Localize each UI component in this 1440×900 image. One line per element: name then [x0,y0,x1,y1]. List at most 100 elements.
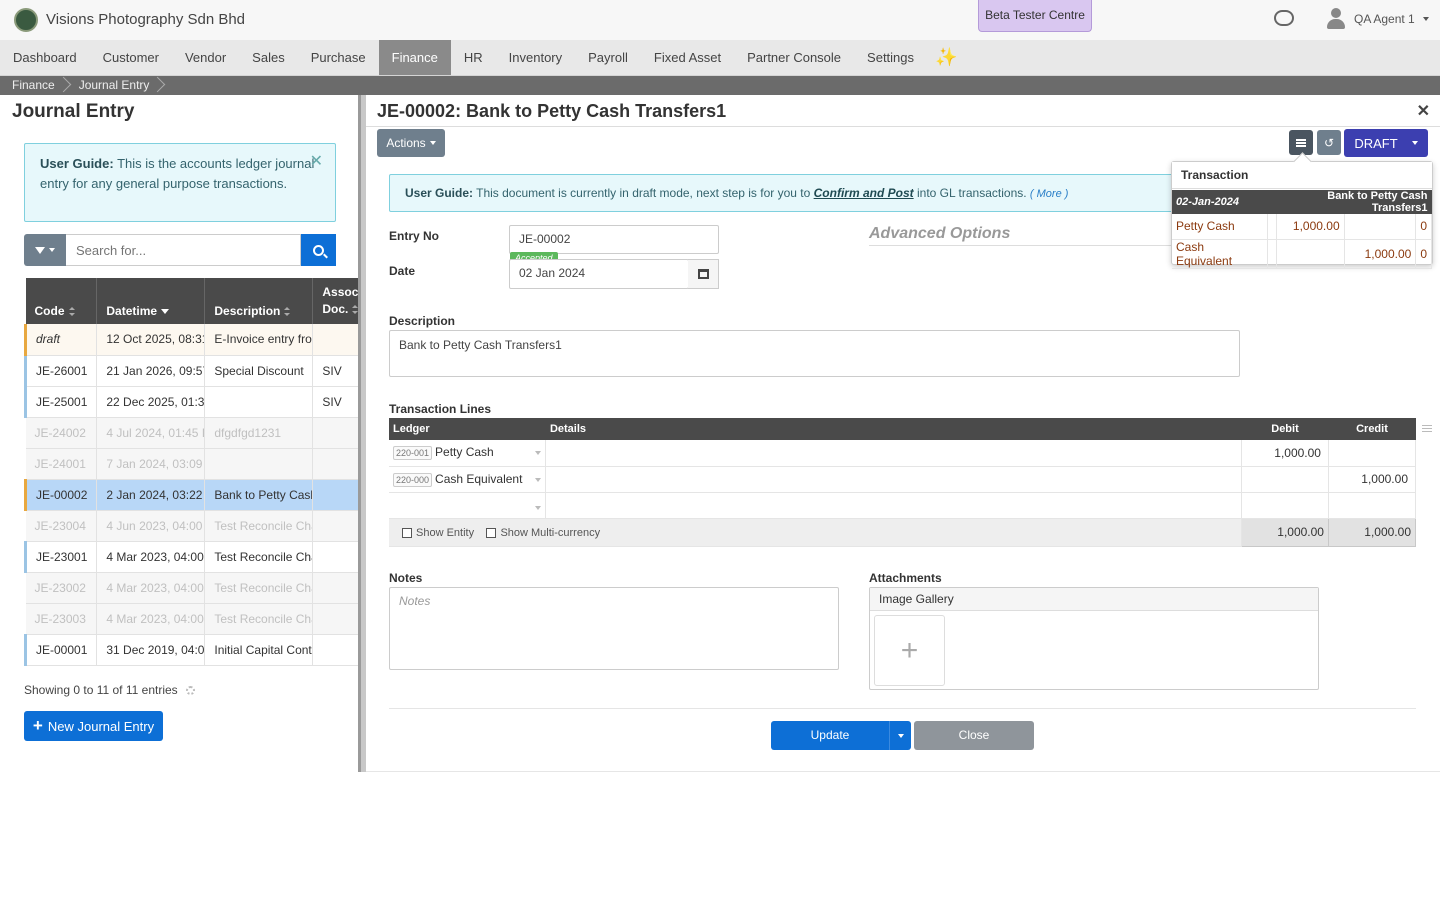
table-row[interactable]: JE-23002 4 Mar 2023, 04:00 Test Reconcile … [25,572,369,604]
nav-fixed-asset[interactable]: Fixed Asset [641,40,734,75]
sparkle-icon[interactable]: ✨ [927,40,965,75]
transaction-view-button[interactable] [1289,130,1313,155]
entry-no-field[interactable]: JE-00002 [509,225,719,254]
nav-hr[interactable]: HR [451,40,496,75]
details-field[interactable] [545,466,1243,493]
chevron-down-icon [535,506,542,510]
ledger-select[interactable] [389,492,547,519]
nav-payroll[interactable]: Payroll [575,40,641,75]
cell-description [204,386,314,418]
update-button[interactable]: Update [771,721,911,750]
close-icon[interactable]: ✕ [310,152,323,172]
history-button[interactable]: ↺ [1317,130,1341,155]
user-menu[interactable]: QA Agent 1 [1326,6,1429,32]
notes-field[interactable]: Notes [389,587,839,670]
nav-customer[interactable]: Customer [90,40,172,75]
popover-last: 0 [1415,239,1432,269]
nav-purchase[interactable]: Purchase [298,40,379,75]
more-link[interactable]: ( More ) [1030,188,1069,200]
close-icon[interactable]: ✕ [1417,101,1430,121]
actions-dropdown[interactable]: Actions [377,129,445,157]
col-description[interactable]: Description [204,278,314,324]
breadcrumb-finance[interactable]: Finance [0,76,67,95]
gear-icon[interactable] [185,685,195,695]
cell-datetime: 22 Dec 2025, 01:3 [96,386,206,418]
description-label: Description [389,314,456,328]
credit-field[interactable] [1328,492,1417,519]
table-row[interactable]: JE-23001 4 Mar 2023, 04:00 Test Reconcile … [23,541,369,573]
table-row[interactable]: JE-24001 7 Jan 2024, 03:09 [25,448,369,480]
chat-icon[interactable] [1274,10,1294,26]
ledger-select[interactable]: 220-000 Cash Equivalent [389,466,547,493]
add-attachment-button[interactable]: + [874,615,945,686]
ledger-select[interactable]: 220-001 Petty Cash [389,440,547,467]
table-row[interactable]: JE-25001 22 Dec 2025, 01:3 SIV [23,386,369,418]
table-row[interactable]: JE-23004 4 Jun 2023, 04:00 Test Reconcile … [25,510,369,542]
credit-field[interactable] [1328,440,1417,467]
line-row[interactable]: 220-000 Cash Equivalent 1,000.00 [389,466,1417,493]
breadcrumb-journal-entry[interactable]: Journal Entry [67,76,162,95]
entry-no-label: Entry No [389,229,440,243]
advanced-options-toggle[interactable]: Advanced Options [869,225,1176,246]
show-entity-label: Show Entity [416,526,475,539]
nav-sales[interactable]: Sales [239,40,298,75]
show-entity-checkbox[interactable] [402,527,412,538]
debit-field[interactable] [1241,466,1329,493]
nav-finance[interactable]: Finance [378,40,451,75]
new-journal-entry-button[interactable]: + New Journal Entry [24,711,163,741]
cell-code: JE-00001 [23,634,98,666]
filter-button[interactable] [24,234,66,266]
close-button[interactable]: Close [914,721,1034,750]
cell-code: JE-23003 [25,603,98,635]
journal-table: Code Datetime Description Assoc Doc. dra… [23,278,369,666]
ledger-code: 220-000 [393,472,433,487]
popover-spacer [1267,214,1277,240]
new-button-label: New Journal Entry [47,718,155,734]
table-row[interactable]: JE-23003 4 Mar 2023, 04:00 Test Reconcile … [25,603,369,635]
col-datetime[interactable]: Datetime [96,278,206,324]
calendar-button[interactable] [688,259,719,289]
nav-inventory[interactable]: Inventory [496,40,575,75]
nav-partner-console[interactable]: Partner Console [734,40,854,75]
detail-header: JE-00002: Bank to Petty Cash Transfers1 … [366,95,1440,127]
search-button[interactable] [301,234,336,266]
popover-date: 02-Jan-2024 [1172,190,1277,214]
plus-icon: + [32,716,43,735]
history-icon: ↺ [1323,135,1335,150]
table-row[interactable]: JE-00002 2 Jan 2024, 03:22 Bank to Petty C… [23,479,369,511]
date-field[interactable]: 02 Jan 2024 [509,259,689,289]
search-input[interactable] [66,234,301,266]
details-field[interactable] [545,492,1243,519]
popover-credit: 1,000.00 [1344,239,1417,269]
nav-dashboard[interactable]: Dashboard [0,40,90,75]
table-row[interactable]: JE-00001 31 Dec 2019, 04:0 Initial Capital… [23,634,369,666]
line-row-empty[interactable] [389,492,1417,519]
company-logo[interactable] [14,8,38,32]
popover-row: Petty Cash 1,000.00 0 [1172,214,1432,240]
description-field[interactable]: Bank to Petty Cash Transfers1 [389,330,1240,377]
debit-field[interactable] [1241,492,1329,519]
update-options-toggle[interactable] [889,721,911,750]
details-field[interactable] [545,440,1243,467]
confirm-post-link[interactable]: Confirm and Post [814,186,914,200]
nav-vendor[interactable]: Vendor [172,40,239,75]
show-multi-currency-checkbox[interactable] [486,527,497,538]
line-row[interactable]: 220-001 Petty Cash 1,000.00 [389,440,1417,467]
beta-tester-button[interactable]: Beta Tester Centre [978,0,1092,32]
pane-resize-handle[interactable] [358,95,366,772]
sort-desc-icon [161,309,170,315]
table-row[interactable]: JE-26001 21 Jan 2026, 09:57 Special Discou… [23,355,369,387]
company-name[interactable]: Visions Photography Sdn Bhd [46,11,245,28]
popover-row: Cash Equivalent 1,000.00 0 [1172,239,1432,269]
menu-icon[interactable] [1422,425,1432,432]
ledger-name: Cash Equivalent [435,471,523,486]
status-dropdown[interactable]: DRAFT [1344,129,1428,157]
chevron-down-icon [429,141,436,145]
breadcrumb: Finance Journal Entry [0,76,1440,95]
credit-field[interactable]: 1,000.00 [1328,466,1417,493]
debit-field[interactable]: 1,000.00 [1241,440,1329,467]
col-code[interactable]: Code [25,278,98,324]
nav-settings[interactable]: Settings [854,40,927,75]
table-row[interactable]: JE-24002 4 Jul 2024, 01:45 Idfgdfgd1231 [25,417,369,449]
table-row[interactable]: draft 12 Oct 2025, 08:31 E-Invoice entry f… [23,324,369,356]
